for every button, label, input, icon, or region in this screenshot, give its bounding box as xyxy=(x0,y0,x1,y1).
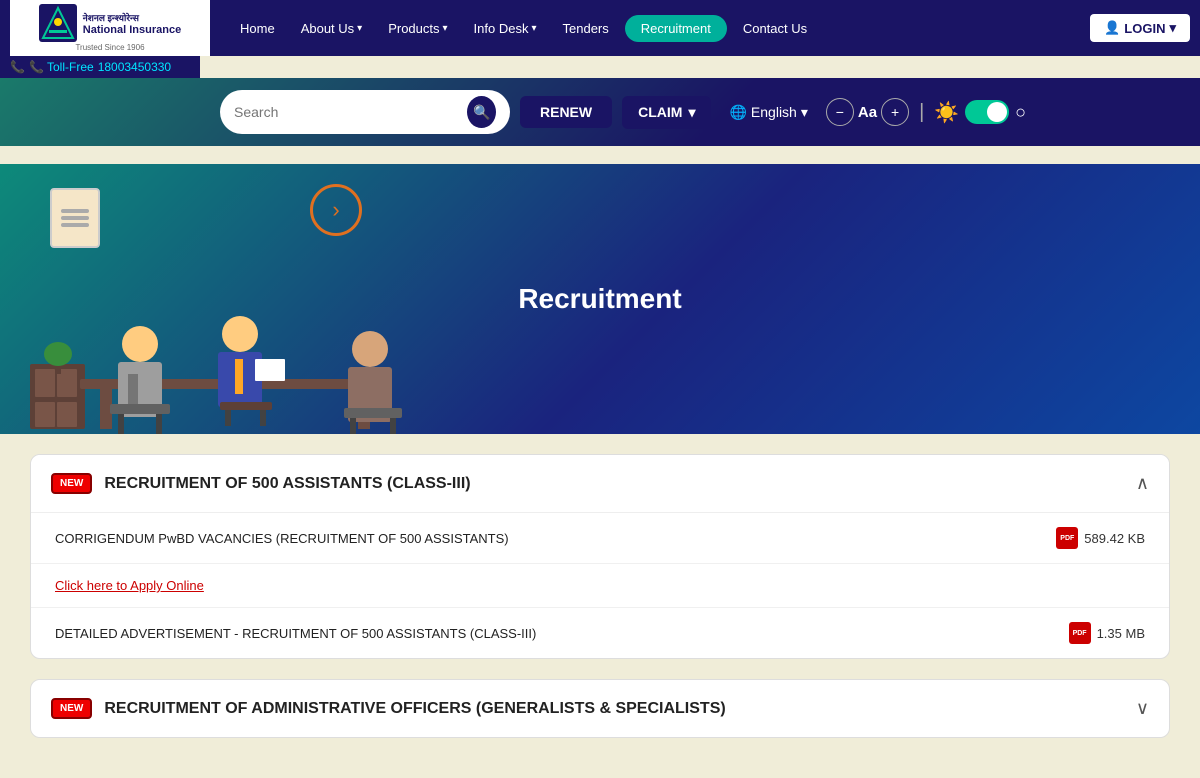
hero-title: Recruitment xyxy=(518,283,681,315)
phone-icon: 📞 xyxy=(10,60,25,74)
hero-section: › xyxy=(0,164,1200,434)
products-chevron-icon: ▾ xyxy=(443,23,448,34)
content-area: NEW RECRUITMENT OF 500 ASSISTANTS (CLASS… xyxy=(0,434,1200,778)
accordion-1-title: RECRUITMENT OF 500 ASSISTANTS (CLASS-III… xyxy=(104,475,470,493)
row-size-3: PDF 1.35 MB xyxy=(1069,622,1145,644)
font-controls: − Aa + xyxy=(826,98,909,126)
font-size-label: Aa xyxy=(858,104,877,121)
search-input[interactable] xyxy=(234,104,467,120)
accordion-2-header[interactable]: NEW RECRUITMENT OF ADMINISTRATIVE OFFICE… xyxy=(31,680,1169,737)
logo-english-text: National Insurance xyxy=(83,24,181,36)
claim-chevron-icon: ▾ xyxy=(688,104,695,121)
font-increase-button[interactable]: + xyxy=(881,98,909,126)
renew-button[interactable]: RENEW xyxy=(520,96,612,128)
login-button[interactable]: 👤 LOGIN ▾ xyxy=(1090,14,1190,42)
sun-icon: ☀️ xyxy=(934,100,959,125)
accordion-2-badge: NEW xyxy=(51,698,92,719)
font-decrease-button[interactable]: − xyxy=(826,98,854,126)
login-chevron-icon: ▾ xyxy=(1169,20,1176,36)
accordion-1-body: CORRIGENDUM PwBD VACANCIES (RECRUITMENT … xyxy=(31,512,1169,658)
tollfree-bar: 📞 📞 Toll-Free 18003450330 xyxy=(0,56,200,78)
table-row: DETAILED ADVERTISEMENT - RECRUITMENT OF … xyxy=(31,608,1169,658)
row-label-1: CORRIGENDUM PwBD VACANCIES (RECRUITMENT … xyxy=(55,531,509,546)
nav-tenders[interactable]: Tenders xyxy=(553,15,619,42)
claim-button[interactable]: CLAIM ▾ xyxy=(622,96,711,129)
accordion-1-header[interactable]: NEW RECRUITMENT OF 500 ASSISTANTS (CLASS… xyxy=(31,455,1169,512)
table-row[interactable]: Click here to Apply Online xyxy=(31,564,1169,608)
row-label-3: DETAILED ADVERTISEMENT - RECRUITMENT OF … xyxy=(55,626,536,641)
accordion-1: NEW RECRUITMENT OF 500 ASSISTANTS (CLASS… xyxy=(30,454,1170,659)
logo-trusted-text: Trusted Since 1906 xyxy=(75,43,144,52)
theme-toggle[interactable] xyxy=(965,100,1009,124)
nav-contact[interactable]: Contact Us xyxy=(733,15,817,42)
moon-icon: ○ xyxy=(1015,102,1026,123)
accordion-1-badge: NEW xyxy=(51,473,92,494)
about-chevron-icon: ▾ xyxy=(357,23,362,34)
nav-home[interactable]: Home xyxy=(230,15,285,42)
lang-chevron-icon: ▾ xyxy=(801,104,808,121)
logo-emblem-icon xyxy=(39,4,77,42)
accordion-2-chevron-icon: ∨ xyxy=(1136,698,1149,719)
language-selector[interactable]: 🌐 English ▾ xyxy=(721,100,815,125)
nav-products[interactable]: Products ▾ xyxy=(378,15,457,42)
accordion-2-title: RECRUITMENT OF ADMINISTRATIVE OFFICERS (… xyxy=(104,700,725,718)
infodesk-chevron-icon: ▾ xyxy=(531,23,536,34)
accordion-2: NEW RECRUITMENT OF ADMINISTRATIVE OFFICE… xyxy=(30,679,1170,738)
row-size-1: PDF 589.42 KB xyxy=(1056,527,1145,549)
pdf-icon-3: PDF xyxy=(1069,622,1091,644)
theme-controls: ☀️ ○ xyxy=(934,100,1026,125)
table-row: CORRIGENDUM PwBD VACANCIES (RECRUITMENT … xyxy=(31,513,1169,564)
nav-infodesk[interactable]: Info Desk ▾ xyxy=(464,15,547,42)
logo-hindi-text: नेशनल इन्श्योरेन्स xyxy=(83,11,181,24)
accordion-1-chevron-icon: ∧ xyxy=(1136,473,1149,494)
nav-links: Home About Us ▾ Products ▾ Info Desk ▾ T… xyxy=(230,15,1090,42)
nav-about[interactable]: About Us ▾ xyxy=(291,15,373,42)
search-icon: 🔍 xyxy=(473,104,490,121)
apply-online-link[interactable]: Click here to Apply Online xyxy=(55,578,204,593)
toolbar: 🔍 RENEW CLAIM ▾ 🌐 English ▾ − Aa + | ☀️ … xyxy=(0,78,1200,146)
hero-illustration xyxy=(0,174,460,434)
user-icon: 👤 xyxy=(1104,20,1120,36)
search-box: 🔍 xyxy=(220,90,510,134)
navbar: नेशनल इन्श्योरेन्स National Insurance Tr… xyxy=(0,0,1200,56)
globe-icon: 🌐 xyxy=(729,104,746,121)
search-button[interactable]: 🔍 xyxy=(467,96,496,128)
toggle-knob xyxy=(987,102,1007,122)
pdf-icon-1: PDF xyxy=(1056,527,1078,549)
logo-area: नेशनल इन्श्योरेन्स National Insurance Tr… xyxy=(10,0,210,56)
nav-recruitment[interactable]: Recruitment xyxy=(625,15,727,42)
divider: | xyxy=(919,101,924,124)
